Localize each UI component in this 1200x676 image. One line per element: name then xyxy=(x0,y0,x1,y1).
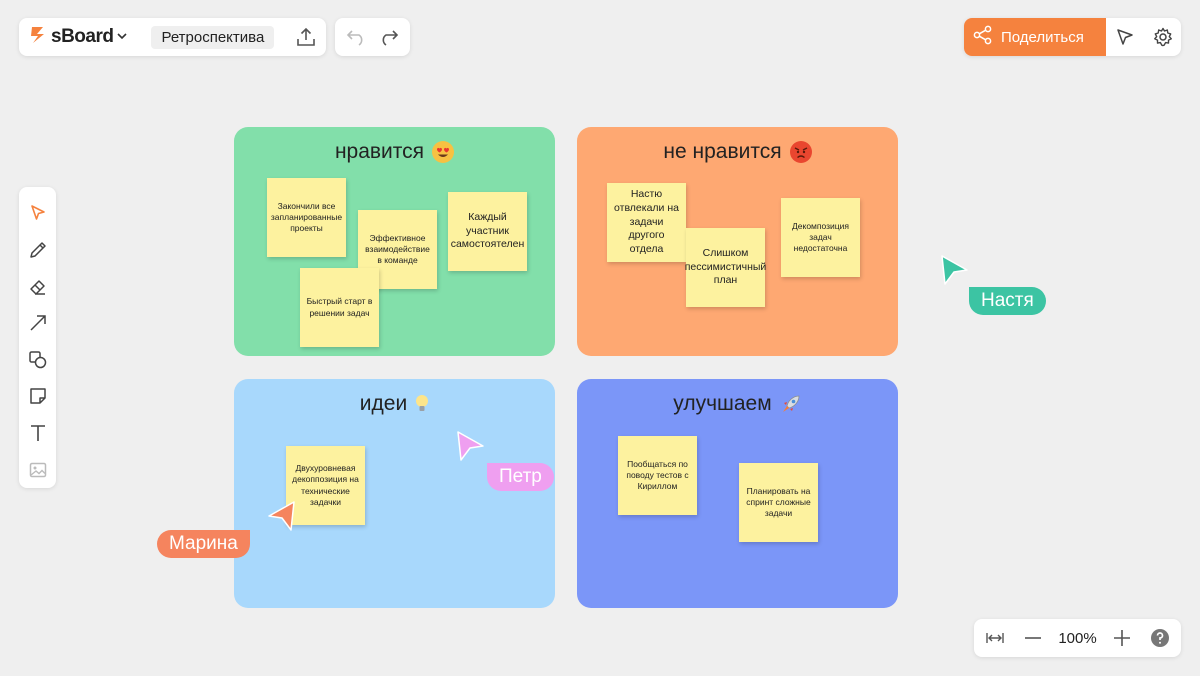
collaborator-cursor-nastya xyxy=(940,254,970,291)
sticky-note[interactable]: Настю отвлекали на задачи другого отдела xyxy=(607,183,686,262)
select-icon[interactable] xyxy=(19,195,56,232)
eraser-icon[interactable] xyxy=(19,268,56,305)
rocket-emoji-icon xyxy=(780,393,802,415)
quadrant-title: нравится xyxy=(234,140,555,164)
quadrant-title: идеи xyxy=(234,392,555,416)
collaborator-name-label: Настя xyxy=(969,287,1046,315)
export-icon[interactable] xyxy=(294,25,318,49)
sticky-note[interactable]: Декомпозиция задач недостаточна xyxy=(781,198,860,277)
quadrant-likes: нравится Закончили все запланированные п… xyxy=(234,127,555,356)
sticky-note-icon[interactable] xyxy=(19,378,56,415)
app-menu-button[interactable]: sBoard xyxy=(29,25,128,50)
arrow-icon[interactable] xyxy=(19,305,56,342)
follow-cursor-icon[interactable] xyxy=(1106,18,1144,56)
redo-icon[interactable] xyxy=(377,28,399,46)
collaborator-name-label: Петр xyxy=(487,463,554,491)
heart-eyes-emoji-icon xyxy=(432,141,455,163)
cursor-pointer-icon xyxy=(268,501,295,531)
fit-width-icon[interactable] xyxy=(983,626,1007,650)
light-bulb-emoji-icon xyxy=(415,393,429,415)
collaborator-cursor-marina xyxy=(266,500,296,537)
image-icon[interactable] xyxy=(19,451,56,488)
undo-redo-panel xyxy=(335,18,410,56)
board-title[interactable]: Ретроспектива xyxy=(151,25,275,49)
share-panel: Поделиться xyxy=(964,18,1181,56)
share-button[interactable]: Поделиться xyxy=(964,18,1106,56)
text-icon[interactable] xyxy=(19,415,56,452)
shapes-icon[interactable] xyxy=(19,342,56,379)
quadrant-dislikes: не нравится Настю отвлекали на задачи др… xyxy=(577,127,898,356)
quadrant-improve: улучшаем Пообщаться по поводу тестов с К… xyxy=(577,379,898,608)
sboard-logo-icon xyxy=(29,25,47,50)
zoom-out-icon[interactable] xyxy=(1021,626,1045,650)
quadrant-title: улучшаем xyxy=(577,392,898,416)
tools-toolbar xyxy=(19,187,56,488)
collaborator-name-label: Марина xyxy=(157,530,250,558)
sticky-note[interactable]: Слишком пессимистичный план xyxy=(685,228,766,307)
zoom-controls: 100% xyxy=(974,619,1181,657)
zoom-in-icon[interactable] xyxy=(1110,626,1134,650)
quadrant-title: не нравится xyxy=(577,140,898,164)
sticky-note[interactable]: Быстрый старт в решении задач xyxy=(300,268,379,347)
collaborator-cursor-petr xyxy=(456,430,486,467)
help-icon[interactable] xyxy=(1148,626,1172,650)
chevron-down-icon xyxy=(117,31,128,43)
app-logo-text: sBoard xyxy=(51,26,114,47)
sticky-note[interactable]: Закончили все запланированные проекты xyxy=(267,178,346,257)
angry-face-emoji-icon xyxy=(789,141,812,163)
board-header: sBoard Ретроспектива xyxy=(19,18,326,56)
sticky-note[interactable]: Каждый участник самостоятелен xyxy=(448,192,527,271)
settings-gear-icon[interactable] xyxy=(1144,18,1181,56)
sticky-note[interactable]: Двухуровневая декоппозиция на технически… xyxy=(286,446,365,525)
sticky-note[interactable]: Пообщаться по поводу тестов с Кириллом xyxy=(618,436,697,515)
quadrant-ideas: идеи Двухуровневая декоппозиция на техни… xyxy=(234,379,555,608)
cursor-pointer-icon xyxy=(941,255,968,285)
cursor-pointer-icon xyxy=(457,431,484,461)
share-icon xyxy=(973,25,993,49)
pen-icon[interactable] xyxy=(19,232,56,269)
sticky-note[interactable]: Планировать на спринт сложные задачи xyxy=(739,463,818,542)
zoom-level[interactable]: 100% xyxy=(1058,630,1096,647)
share-label: Поделиться xyxy=(1001,28,1084,46)
undo-icon[interactable] xyxy=(346,28,368,46)
